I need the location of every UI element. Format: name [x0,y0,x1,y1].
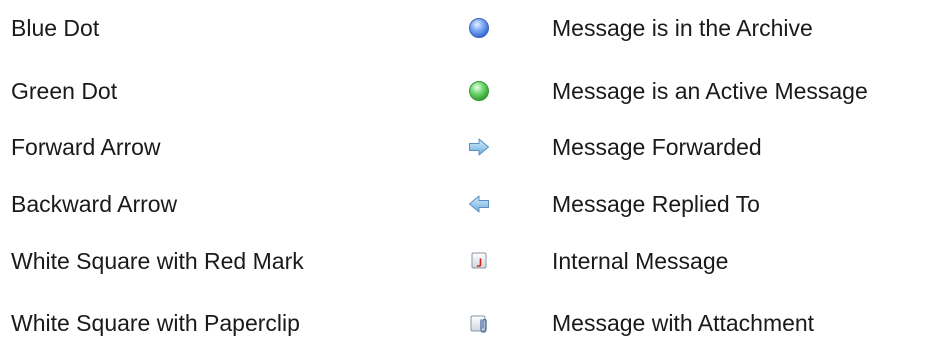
legend-row-white-square-red-mark: White Square with Red Mark Internal Mess… [0,241,942,281]
white-square-red-mark-icon [467,249,491,273]
legend-item-meaning: Message is an Active Message [552,78,868,104]
forward-arrow-icon [467,135,491,159]
legend-item-name: Green Dot [11,78,118,104]
legend-item-name: White Square with Red Mark [11,248,304,274]
white-square-paperclip-icon [467,311,491,335]
legend-item-meaning: Message is in the Archive [552,15,813,41]
legend-item-name: Blue Dot [11,15,100,41]
legend-row-forward-arrow: Forward Arrow Message Forwarded [0,127,942,167]
legend-row-white-square-paperclip: White Square with Paperclip Message with… [0,303,942,343]
legend-item-meaning: Internal Message [552,248,729,274]
legend-item-meaning: Message Replied To [552,191,760,217]
icon-legend: Blue Dot Message is in the Archive Green… [0,0,942,347]
backward-arrow-icon [467,192,491,216]
legend-row-green-dot: Green Dot Message is an Active Message [0,71,942,111]
legend-item-name: White Square with Paperclip [11,310,300,336]
legend-item-name: Backward Arrow [11,191,178,217]
green-dot-icon [467,79,491,103]
legend-item-meaning: Message with Attachment [552,310,815,336]
legend-row-blue-dot: Blue Dot Message is in the Archive [0,8,942,48]
blue-dot-icon [467,16,491,40]
legend-item-meaning: Message Forwarded [552,134,762,160]
legend-item-name: Forward Arrow [11,134,161,160]
legend-row-backward-arrow: Backward Arrow Message Replied To [0,184,942,224]
